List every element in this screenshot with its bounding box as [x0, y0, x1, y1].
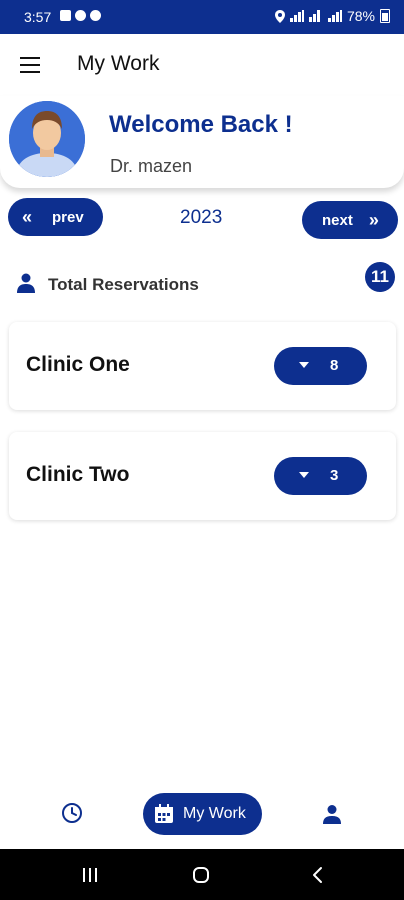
system-icons: 78% — [274, 8, 390, 24]
total-reservations-label: Total Reservations — [48, 275, 199, 294]
my-work-tab-label: My Work — [183, 805, 246, 822]
notification-icons — [60, 10, 101, 21]
next-label: next — [322, 211, 353, 229]
bottom-nav: My Work — [0, 785, 404, 849]
clinic-card[interactable]: Clinic One 8 — [9, 322, 396, 410]
total-count-badge: 11 — [365, 262, 395, 292]
menu-icon[interactable] — [20, 57, 40, 73]
avatar — [9, 101, 85, 177]
total-count: 11 — [371, 267, 389, 286]
page-title: My Work — [77, 52, 160, 75]
back-icon[interactable] — [309, 866, 327, 884]
clinic-count-dropdown[interactable]: 8 — [274, 347, 367, 385]
system-nav-bar — [0, 849, 404, 900]
next-year-button[interactable]: next » — [302, 201, 398, 239]
welcome-heading: Welcome Back ! — [109, 111, 293, 138]
clinic-count-dropdown[interactable]: 3 — [274, 457, 367, 495]
profile-icon[interactable] — [322, 804, 342, 824]
prev-year-button[interactable]: « prev — [8, 198, 103, 236]
total-reservations-row: Total Reservations 11 — [0, 262, 404, 306]
doctor-avatar-icon — [9, 101, 85, 177]
prev-label: prev — [52, 208, 84, 226]
app-bar: My Work — [0, 34, 404, 96]
double-chevron-right-icon: » — [368, 210, 379, 230]
battery-icon — [380, 9, 390, 23]
my-work-tab[interactable]: My Work — [143, 793, 262, 835]
clinic-count: 3 — [330, 467, 339, 484]
dropdown-arrow-icon — [299, 362, 309, 368]
clock-icon[interactable] — [61, 802, 83, 824]
status-bar: 3:57 78% — [0, 0, 404, 34]
battery-percent: 78% — [346, 8, 375, 24]
welcome-card: Welcome Back ! Dr. mazen — [0, 96, 404, 188]
signal-icon — [289, 10, 304, 22]
doctor-name: Dr. mazen — [110, 156, 193, 176]
gallery-icon — [60, 10, 71, 21]
facebook-icon — [90, 10, 101, 21]
home-icon[interactable] — [193, 867, 209, 883]
double-chevron-left-icon: « — [22, 207, 33, 227]
clinic-name: Clinic One — [26, 353, 130, 376]
year-label: 2023 — [180, 207, 223, 228]
dropdown-arrow-icon — [299, 472, 309, 478]
calendar-icon — [155, 804, 173, 823]
clinic-name: Clinic Two — [26, 463, 130, 486]
status-time: 3:57 — [24, 9, 52, 25]
location-icon — [274, 9, 285, 23]
signal-icon-2 — [327, 10, 342, 22]
person-icon — [17, 273, 35, 293]
whatsapp-icon — [75, 10, 86, 21]
recent-apps-icon[interactable] — [81, 868, 99, 882]
clinic-count: 8 — [330, 357, 339, 374]
wifi-calling-icon — [308, 10, 323, 22]
clinic-card[interactable]: Clinic Two 3 — [9, 432, 396, 520]
